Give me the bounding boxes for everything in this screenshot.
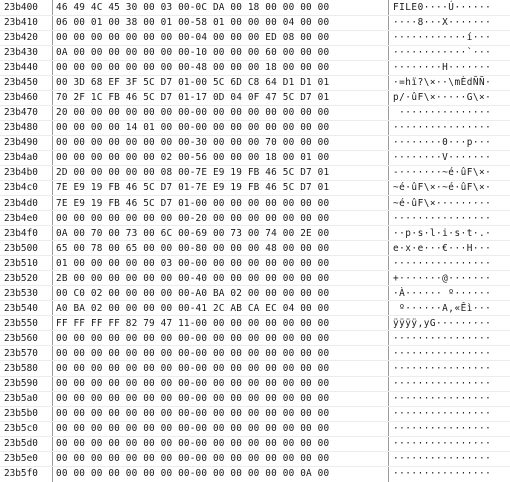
row-address: 23b5f0 [4,468,38,480]
row-separator [0,360,510,362]
row-separator [0,195,510,197]
row-separator [0,240,510,242]
row-separator [0,450,510,452]
row-hex-bytes[interactable]: 00 00 00 00 00 00 00 00-00 00 00 00 00 0… [56,466,386,482]
row-separator [0,330,510,332]
row-separator [0,14,510,16]
row-separator [0,44,510,46]
row-separator [0,255,510,257]
row-separator [0,134,510,136]
row-separator [0,210,510,212]
row-separator [0,405,510,407]
row-separator [0,270,510,272]
hex-dump-view[interactable]: 23b400 46 49 4C 45 30 00 03 00-0C DA 00 1… [0,0,510,482]
row-separator [0,435,510,437]
row-separator [0,345,510,347]
row-separator [0,315,510,317]
row-separator [0,59,510,61]
row-separator [0,465,510,467]
row-separator [0,149,510,151]
row-separator [0,89,510,91]
row-separator [0,285,510,287]
row-separator [0,104,510,106]
row-separator [0,179,510,181]
row-separator [0,390,510,392]
row-separator [0,375,510,377]
row-separator [0,225,510,227]
row-separator [0,74,510,76]
row-separator [0,119,510,121]
row-separator [0,300,510,302]
row-separator [0,164,510,166]
row-separator [0,29,510,31]
row-ascii[interactable]: ················ [393,466,508,482]
row-separator [0,420,510,422]
